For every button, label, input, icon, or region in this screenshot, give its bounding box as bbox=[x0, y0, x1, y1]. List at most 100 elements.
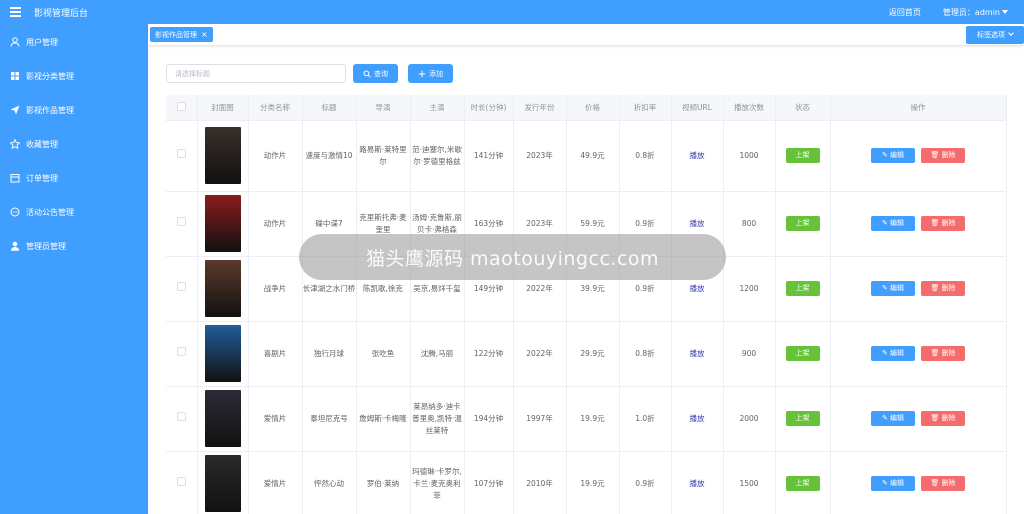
trash-icon: 🗑 bbox=[930, 151, 942, 159]
select-all-cell bbox=[166, 95, 198, 121]
status-button[interactable]: 上架 bbox=[785, 476, 820, 491]
status-button[interactable]: 上架 bbox=[785, 216, 820, 231]
watermark: 猫头鹰源码 maotouyingcc.com bbox=[299, 234, 726, 280]
title-cell: 速度与激情10 bbox=[302, 120, 357, 192]
price-cell: 19.9元 bbox=[566, 451, 620, 514]
column-header: 操作 bbox=[830, 95, 1007, 121]
grid-icon bbox=[10, 71, 20, 81]
menu-icon[interactable] bbox=[10, 6, 24, 18]
edit-button[interactable]: ✎ 编辑 bbox=[871, 148, 915, 163]
play-link[interactable]: 播放 bbox=[690, 414, 705, 423]
send-icon bbox=[10, 105, 20, 115]
sidebar-item-favorites[interactable]: 收藏管理 bbox=[0, 127, 148, 161]
poster-cell bbox=[197, 451, 249, 514]
poster-image bbox=[204, 455, 241, 512]
row-checkbox[interactable] bbox=[176, 412, 186, 421]
tag-works[interactable]: 影视作品管理 × bbox=[150, 27, 213, 42]
plays-cell: 900 bbox=[723, 321, 776, 387]
discount-cell: 0.9折 bbox=[619, 451, 672, 514]
add-button[interactable]: 添加 bbox=[408, 64, 453, 83]
play-link[interactable]: 播放 bbox=[690, 479, 705, 488]
status-cell: 上架 bbox=[775, 120, 831, 192]
status-button[interactable]: 上架 bbox=[785, 411, 820, 426]
url-cell: 播放 bbox=[671, 386, 724, 452]
director-cell: 罗伯·莱纳 bbox=[356, 451, 411, 514]
row-checkbox[interactable] bbox=[176, 149, 186, 158]
row-checkbox[interactable] bbox=[176, 477, 186, 486]
person-icon bbox=[10, 241, 20, 251]
delete-button[interactable]: 🗑 删除 bbox=[921, 216, 965, 231]
query-button[interactable]: 查询 bbox=[353, 64, 398, 83]
play-link[interactable]: 播放 bbox=[690, 284, 705, 293]
duration-cell: 122分钟 bbox=[464, 321, 514, 387]
close-icon[interactable]: × bbox=[201, 30, 208, 39]
director-cell: 路易斯·莱特里尔 bbox=[356, 120, 411, 192]
sidebar-item-works[interactable]: 影视作品管理 bbox=[0, 93, 148, 127]
cast-cell: 沈腾,马丽 bbox=[410, 321, 465, 387]
row-checkbox[interactable] bbox=[176, 217, 186, 226]
table-row: 喜剧片 独行月球 张吃鱼 沈腾,马丽 122分钟 2022年 29.9元 0.8折 播放 900 上… bbox=[166, 321, 1007, 387]
play-link[interactable]: 播放 bbox=[690, 219, 705, 228]
caret-down-icon bbox=[1002, 10, 1008, 14]
home-link[interactable]: 返回首页 bbox=[889, 7, 921, 18]
edit-icon: ✎ bbox=[881, 151, 891, 159]
delete-button[interactable]: 🗑 删除 bbox=[921, 148, 965, 163]
delete-button[interactable]: 🗑 删除 bbox=[921, 411, 965, 426]
duration-cell: 107分钟 bbox=[464, 451, 514, 514]
edit-button[interactable]: ✎ 编辑 bbox=[871, 216, 915, 231]
plays-cell: 2000 bbox=[723, 386, 776, 452]
sidebar-item-orders[interactable]: 订单管理 bbox=[0, 161, 148, 195]
top-bar: 影视管理后台 返回首页 管理员：admin bbox=[0, 0, 1024, 24]
actions-cell: ✎ 编辑 🗑 删除 bbox=[830, 256, 1007, 322]
sidebar-item-categories[interactable]: 影视分类管理 bbox=[0, 59, 148, 93]
column-header: 视频URL bbox=[671, 95, 724, 121]
poster-cell bbox=[197, 321, 249, 387]
admin-menu[interactable]: 管理员：admin bbox=[943, 7, 1008, 18]
poster-image bbox=[204, 195, 241, 252]
sidebar-item-users[interactable]: 用户管理 bbox=[0, 25, 148, 59]
tag-options-button[interactable]: 标签选项 bbox=[966, 25, 1024, 44]
delete-button[interactable]: 🗑 删除 bbox=[921, 476, 965, 491]
sidebar-item-admins[interactable]: 管理员管理 bbox=[0, 229, 148, 263]
search-input[interactable] bbox=[166, 64, 346, 83]
actions-cell: ✎ 编辑 🗑 删除 bbox=[830, 386, 1007, 452]
status-button[interactable]: 上架 bbox=[785, 346, 820, 361]
sidebar-item-label: 活动公告管理 bbox=[26, 207, 74, 217]
edit-label: 编辑 bbox=[890, 151, 905, 159]
column-header: 折扣率 bbox=[619, 95, 672, 121]
category-cell: 动作片 bbox=[248, 191, 303, 257]
poster-image bbox=[204, 260, 241, 317]
year-cell: 1997年 bbox=[513, 386, 567, 452]
table-row: 动作片 速度与激情10 路易斯·莱特里尔 范·迪塞尔,米歇尔·罗德里格兹 141分钟 20… bbox=[166, 120, 1007, 192]
user-icon bbox=[10, 37, 20, 47]
play-link[interactable]: 播放 bbox=[690, 151, 705, 160]
row-select-cell bbox=[166, 120, 198, 192]
category-cell: 爱情片 bbox=[248, 451, 303, 514]
edit-button[interactable]: ✎ 编辑 bbox=[871, 476, 915, 491]
select-all-checkbox[interactable] bbox=[176, 101, 186, 111]
sidebar-item-announcements[interactable]: 活动公告管理 bbox=[0, 195, 148, 229]
row-checkbox[interactable] bbox=[176, 347, 186, 356]
app-title: 影视管理后台 bbox=[34, 8, 89, 19]
delete-label: 删除 bbox=[941, 414, 956, 422]
edit-button[interactable]: ✎ 编辑 bbox=[871, 346, 915, 361]
play-link[interactable]: 播放 bbox=[690, 349, 705, 358]
sidebar: 用户管理 影视分类管理 影视作品管理 收藏管理 订单管理 活动公告管理 管理员管… bbox=[0, 24, 148, 514]
year-cell: 2022年 bbox=[513, 321, 567, 387]
chevron-down-icon bbox=[1008, 30, 1014, 36]
trash-icon: 🗑 bbox=[930, 219, 942, 227]
column-header: 播放次数 bbox=[723, 95, 776, 121]
status-button[interactable]: 上架 bbox=[785, 281, 820, 296]
sidebar-item-label: 用户管理 bbox=[26, 37, 58, 47]
edit-button[interactable]: ✎ 编辑 bbox=[871, 411, 915, 426]
status-button[interactable]: 上架 bbox=[785, 148, 820, 163]
cast-cell: 玛德琳·卡罗尔,卡兰·麦克奥利菲 bbox=[410, 451, 465, 514]
edit-button[interactable]: ✎ 编辑 bbox=[871, 281, 915, 296]
category-cell: 动作片 bbox=[248, 120, 303, 192]
delete-button[interactable]: 🗑 删除 bbox=[921, 346, 965, 361]
poster-cell bbox=[197, 120, 249, 192]
delete-button[interactable]: 🗑 删除 bbox=[921, 281, 965, 296]
column-header: 时长(分钟) bbox=[464, 95, 514, 121]
row-checkbox[interactable] bbox=[176, 282, 186, 291]
admin-label: 管理员：admin bbox=[942, 7, 1000, 17]
